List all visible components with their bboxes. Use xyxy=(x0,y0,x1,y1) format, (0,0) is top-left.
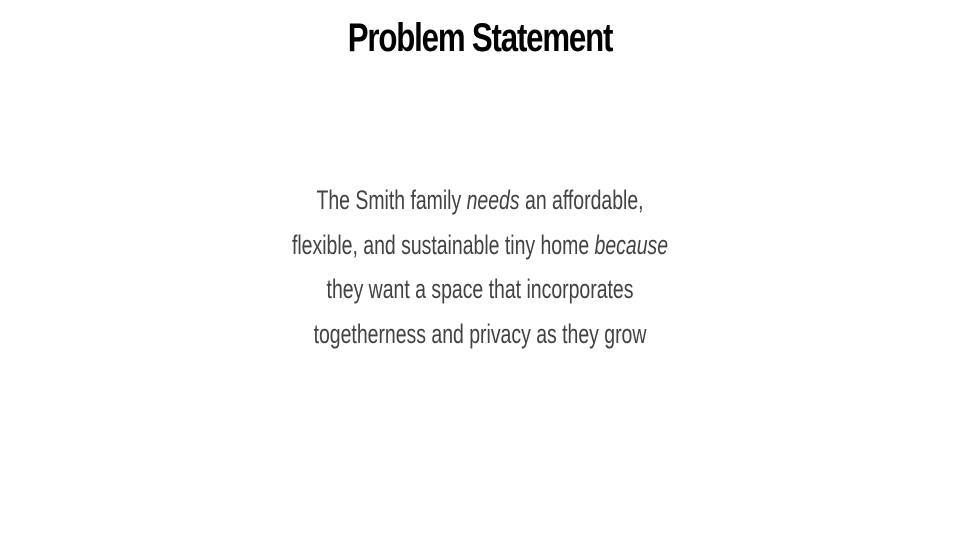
slide-title: Problem Statement xyxy=(347,16,614,60)
statement-line-3: they want a space that incorporates xyxy=(326,274,634,304)
problem-statement-text: The Smith family needs an affordable, fl… xyxy=(134,178,825,356)
slide: Problem Statement The Smith family needs… xyxy=(0,0,960,540)
emphasis-because: because xyxy=(594,229,669,260)
statement-line-1-start: The Smith family xyxy=(316,185,467,215)
statement-line-1: The Smith family needs an affordable, xyxy=(134,178,825,223)
emphasis-needs: needs xyxy=(466,185,520,215)
statement-line-2: flexible, and sustainable tiny home beca… xyxy=(134,223,825,268)
statement-line-4: togetherness and privacy as they grow xyxy=(313,318,647,349)
statement-line-1-end: an affordable, xyxy=(519,185,644,215)
statement-line-2-start: flexible, and sustainable tiny home xyxy=(291,229,595,260)
